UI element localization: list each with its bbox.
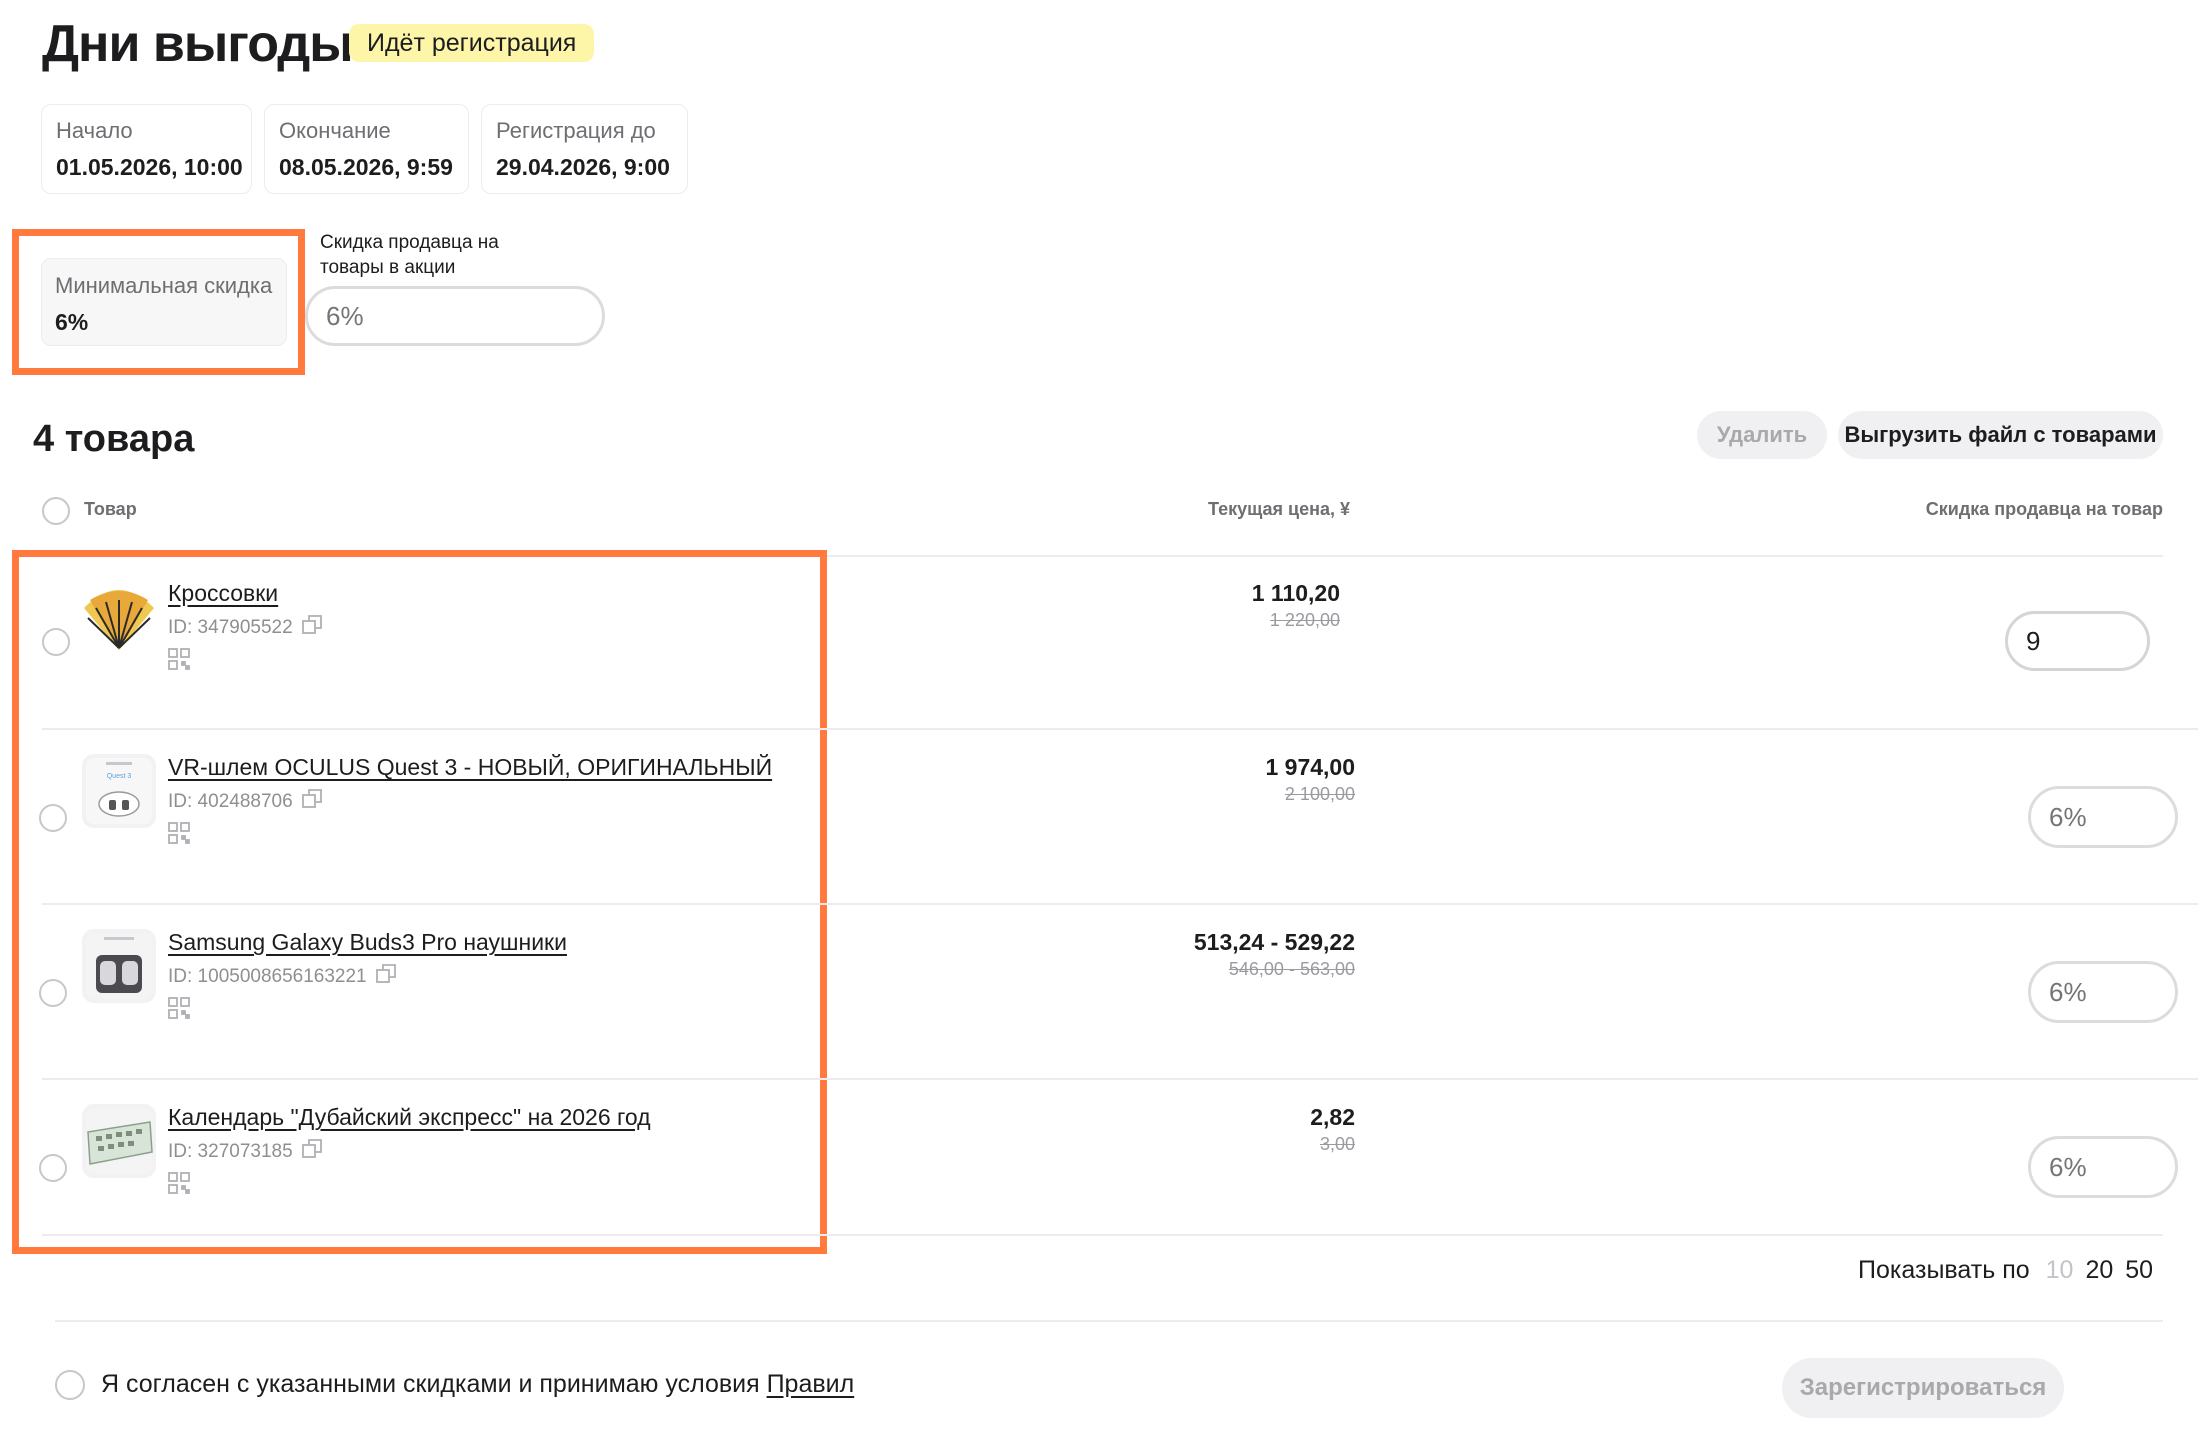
current-price: 513,24 - 529,22 bbox=[1193, 929, 1355, 955]
svg-text:Quest 3: Quest 3 bbox=[107, 773, 132, 780]
footer-divider bbox=[55, 1320, 2163, 1322]
product-thumbnail[interactable] bbox=[82, 929, 156, 1003]
product-id: ID: 402488706 bbox=[168, 788, 323, 816]
current-price: 2,82 bbox=[1310, 1104, 1355, 1130]
product-id: ID: 1005008656163221 bbox=[168, 963, 397, 991]
seller-discount-input[interactable] bbox=[305, 286, 605, 346]
min-discount-value: 6% bbox=[55, 309, 89, 335]
product-name-link[interactable]: Календарь "Дубайский экспресс" на 2026 г… bbox=[168, 1104, 651, 1131]
product-id: ID: 347905522 bbox=[168, 614, 323, 642]
product-discount-input[interactable] bbox=[2028, 1136, 2178, 1198]
min-discount-card: Минимальная скидка 6% bbox=[41, 258, 287, 346]
page-size-option-10[interactable]: 10 bbox=[2046, 1256, 2074, 1285]
table-row: Кроссовки ID: 347905522 1 110,20 1 220,0… bbox=[0, 556, 2198, 728]
page-title: Дни выгоды bbox=[42, 15, 354, 73]
old-price: 2 100,00 bbox=[1284, 784, 1355, 804]
column-header-product: Товар bbox=[84, 499, 137, 519]
copy-icon[interactable] bbox=[301, 1138, 323, 1166]
select-all-checkbox[interactable] bbox=[42, 497, 70, 525]
seller-discount-label: Скидка продавца на товары в акции bbox=[320, 232, 499, 278]
old-price: 3,00 bbox=[1319, 1134, 1355, 1154]
start-date-label: Начало bbox=[56, 118, 133, 143]
start-date-value: 01.05.2026, 10:00 bbox=[56, 154, 243, 180]
export-file-button[interactable]: Выгрузить файл с товарами bbox=[1838, 411, 2163, 459]
table-row: Samsung Galaxy Buds3 Pro наушники ID: 10… bbox=[0, 905, 2198, 1081]
old-price: 1 220,00 bbox=[1269, 610, 1340, 630]
product-name-link[interactable]: Кроссовки bbox=[168, 580, 278, 607]
delete-button[interactable]: Удалить bbox=[1697, 411, 1827, 459]
row-checkbox[interactable] bbox=[42, 628, 70, 656]
registration-deadline-card: Регистрация до 29.04.2026, 9:00 bbox=[481, 104, 688, 194]
registration-deadline-label: Регистрация до bbox=[496, 118, 656, 143]
product-id-text: ID: 347905522 bbox=[168, 617, 293, 638]
current-price: 1 110,20 bbox=[1251, 580, 1340, 606]
status-badge: Идёт регистрация bbox=[349, 24, 595, 62]
product-thumbnail[interactable] bbox=[82, 1104, 156, 1178]
product-thumbnail[interactable]: Quest 3 bbox=[82, 754, 156, 828]
product-discount-input[interactable] bbox=[2028, 961, 2178, 1023]
page-size-label: Показывать по bbox=[1858, 1256, 2030, 1284]
end-date-value: 08.05.2026, 9:59 bbox=[279, 154, 453, 180]
register-button[interactable]: Зарегистрироваться bbox=[1782, 1358, 2064, 1418]
copy-icon[interactable] bbox=[375, 963, 397, 991]
pagination: Показывать по 10 20 50 bbox=[1858, 1256, 2153, 1285]
registration-deadline-value: 29.04.2026, 9:00 bbox=[496, 154, 670, 180]
qr-code-icon[interactable] bbox=[168, 822, 190, 849]
table-row: Quest 3 VR-шлем OCULUS Quest 3 - НОВЫЙ, … bbox=[0, 730, 2198, 906]
product-id-text: ID: 327073185 bbox=[168, 1141, 293, 1162]
copy-icon[interactable] bbox=[301, 614, 323, 642]
current-price: 1 974,00 bbox=[1265, 754, 1355, 780]
qr-code-icon[interactable] bbox=[168, 997, 190, 1024]
products-count-title: 4 товара bbox=[33, 418, 195, 460]
agree-text: Я согласен с указанными скидками и прини… bbox=[101, 1370, 854, 1399]
rules-link[interactable]: Правил bbox=[767, 1370, 855, 1398]
qr-code-icon[interactable] bbox=[168, 648, 190, 675]
start-date-card: Начало 01.05.2026, 10:00 bbox=[41, 104, 252, 194]
page-size-option-50[interactable]: 50 bbox=[2125, 1256, 2153, 1285]
column-header-discount: Скидка продавца на товар bbox=[1925, 499, 2163, 519]
end-date-card: Окончание 08.05.2026, 9:59 bbox=[264, 104, 469, 194]
row-checkbox[interactable] bbox=[39, 804, 67, 832]
product-discount-input[interactable] bbox=[2005, 611, 2150, 671]
old-price: 546,00 - 563,00 bbox=[1228, 959, 1355, 979]
product-name-link[interactable]: Samsung Galaxy Buds3 Pro наушники bbox=[168, 929, 567, 956]
row-checkbox[interactable] bbox=[39, 1154, 67, 1182]
end-date-label: Окончание bbox=[279, 118, 391, 143]
product-name-link[interactable]: VR-шлем OCULUS Quest 3 - НОВЫЙ, ОРИГИНАЛ… bbox=[168, 754, 772, 781]
table-row: Календарь "Дубайский экспресс" на 2026 г… bbox=[0, 1080, 2198, 1240]
product-discount-input[interactable] bbox=[2028, 786, 2178, 848]
column-header-price: Текущая цена, ¥ bbox=[1207, 499, 1350, 519]
product-id-text: ID: 1005008656163221 bbox=[168, 966, 367, 987]
product-id: ID: 327073185 bbox=[168, 1138, 323, 1166]
product-id-text: ID: 402488706 bbox=[168, 791, 293, 812]
agree-label: Я согласен с указанными скидками и прини… bbox=[101, 1370, 767, 1398]
product-thumbnail[interactable] bbox=[82, 578, 156, 652]
copy-icon[interactable] bbox=[301, 788, 323, 816]
min-discount-label: Минимальная скидка bbox=[55, 273, 273, 298]
table-bottom-divider bbox=[42, 1234, 2163, 1236]
row-checkbox[interactable] bbox=[39, 979, 67, 1007]
page-size-option-20[interactable]: 20 bbox=[2085, 1256, 2113, 1285]
agree-checkbox[interactable] bbox=[55, 1370, 85, 1400]
qr-code-icon[interactable] bbox=[168, 1172, 190, 1199]
